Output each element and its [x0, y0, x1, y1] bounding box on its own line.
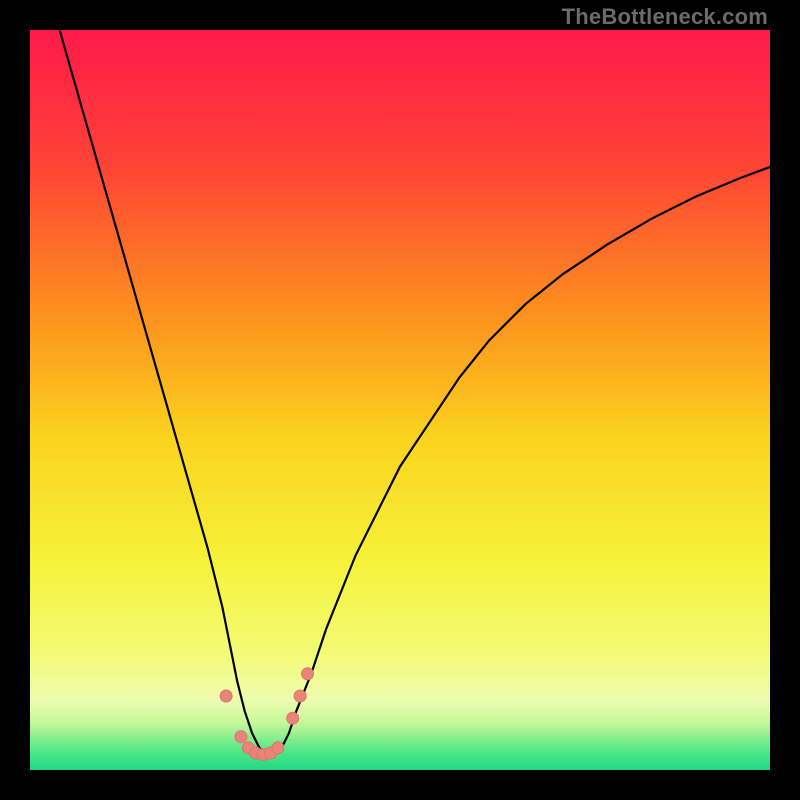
marker-point	[294, 690, 306, 702]
outer-frame: TheBottleneck.com	[0, 0, 800, 800]
marker-point	[272, 742, 284, 754]
marker-point	[302, 668, 314, 680]
chart-svg	[30, 30, 770, 770]
gradient-rect	[30, 30, 770, 770]
watermark-text: TheBottleneck.com	[562, 4, 768, 30]
marker-point	[235, 731, 247, 743]
plot-area	[30, 30, 770, 770]
marker-point	[220, 690, 232, 702]
marker-point	[287, 712, 299, 724]
